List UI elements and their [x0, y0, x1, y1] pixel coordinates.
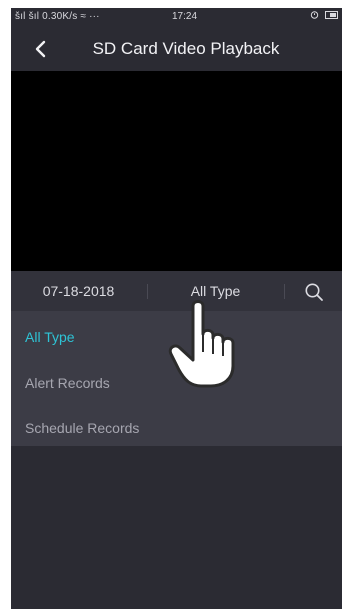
empty-area [11, 446, 342, 609]
back-button[interactable] [25, 34, 55, 64]
app-screen: šıl šıl 0.30K/s ≈ ··· 17:24 SD Card Vide… [11, 8, 342, 609]
video-player[interactable] [11, 71, 342, 271]
network-status: šıl šıl 0.30K/s ≈ ··· [15, 11, 100, 22]
date-selector[interactable]: 07-18-2018 [11, 271, 146, 311]
chevron-left-icon [35, 40, 46, 58]
dropdown-item-alert-records[interactable]: Alert Records [25, 375, 110, 391]
status-bar: šıl šıl 0.30K/s ≈ ··· 17:24 [11, 8, 342, 27]
dropdown-item-schedule-records[interactable]: Schedule Records [25, 420, 139, 436]
dropdown-item-all-type[interactable]: All Type [25, 329, 75, 345]
status-time: 17:24 [172, 11, 198, 22]
search-icon [305, 283, 323, 301]
page-title: SD Card Video Playback [92, 39, 280, 58]
alarm-icon [310, 11, 319, 19]
battery-icon [325, 10, 338, 19]
hand-pointer-icon [168, 300, 235, 388]
search-button[interactable] [301, 279, 327, 305]
filter-divider [284, 284, 285, 299]
nav-bar: SD Card Video Playback [11, 27, 342, 71]
